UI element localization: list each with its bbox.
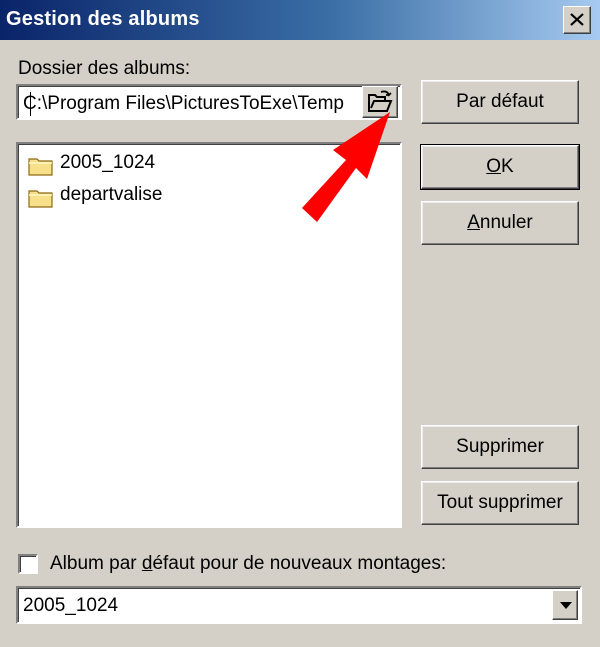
window-title: Gestion des albums [6,8,200,30]
delete-all-button-label: Tout supprimer [437,492,563,513]
default-album-checkbox[interactable] [18,554,38,574]
chevron-down-icon [560,602,572,609]
delete-button[interactable]: Supprimer [421,425,579,469]
close-icon [570,13,584,26]
cancel-button[interactable]: Annuler [421,201,579,245]
album-select-value: 2005_1024 [23,595,119,616]
folder-icon [28,158,53,176]
ok-button[interactable]: OK [420,144,580,190]
delete-all-button[interactable]: Tout supprimer [421,481,579,525]
default-folder-button-label: Par défaut [456,91,544,112]
ok-button-label: OK [486,156,514,177]
album-name: departvalise [60,184,163,205]
album-select[interactable]: 2005_1024 [16,586,582,624]
folder-icon [28,190,53,208]
text-caret [30,92,31,116]
annotation-arrow-icon [302,112,390,222]
cancel-button-label: Annuler [467,212,533,233]
delete-button-label: Supprimer [456,436,544,457]
album-name: 2005_1024 [60,152,156,173]
default-folder-button[interactable]: Par défaut [421,80,579,124]
default-album-label: Album par défaut pour de nouveaux montag… [50,553,447,574]
folder-label: Dossier des albums: [18,58,191,79]
close-button[interactable] [563,6,591,34]
dropdown-button[interactable] [552,590,578,620]
title-bar: Gestion des albums [0,0,600,40]
